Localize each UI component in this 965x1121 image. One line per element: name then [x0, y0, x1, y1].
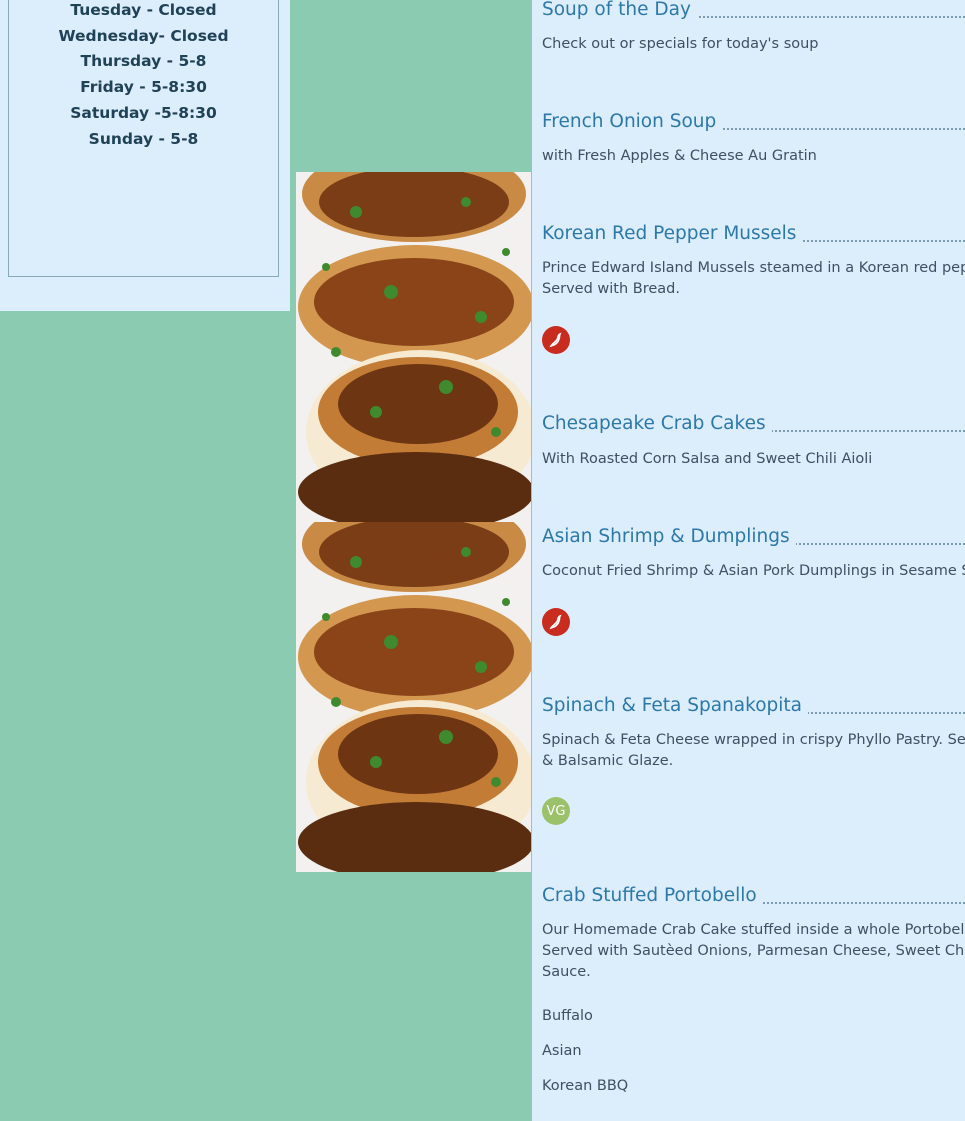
- menu-item-desc: Served with Bread.: [542, 281, 680, 297]
- chili-icon: [542, 608, 570, 636]
- hours-box: Tuesday - Closed Wednesday- Closed Thurs…: [8, 0, 279, 277]
- hours-saturday: Saturday -5-8:30: [70, 103, 217, 122]
- menu-item-title: Chesapeake Crab Cakes: [542, 412, 965, 436]
- menu-item-title: Spinach & Feta Spanakopita: [542, 694, 965, 718]
- hours-wednesday: Wednesday- Closed: [58, 26, 229, 45]
- hours-list: Tuesday - Closed Wednesday- Closed Thurs…: [9, 0, 278, 152]
- hours-thursday: Thursday - 5-8: [80, 52, 207, 71]
- scallops-photo: [296, 172, 531, 522]
- menu-item-desc: Prince Edward Island Mussels steamed in …: [542, 260, 965, 276]
- chili-icon: [542, 326, 570, 354]
- menu-item-title: Asian Shrimp & Dumplings: [542, 525, 965, 549]
- menu-item-title: Korean Red Pepper Mussels: [542, 222, 965, 246]
- hours-friday: Friday - 5-8:30: [80, 78, 207, 97]
- hours-panel: Tuesday - Closed Wednesday- Closed Thurs…: [0, 0, 290, 311]
- hours-tuesday: Tuesday - Closed: [70, 1, 217, 19]
- vegetarian-badge: VG: [542, 797, 570, 825]
- option-asian: Asian: [542, 1043, 582, 1059]
- menu-item-desc: Spinach & Feta Cheese wrapped in crispy …: [542, 732, 965, 748]
- menu-item-desc: Our Homemade Crab Cake stuffed inside a …: [542, 922, 965, 938]
- menu-item-title: Soup of the Day: [542, 0, 965, 22]
- menu-item-desc: Sauce.: [542, 964, 591, 980]
- hours-sunday: Sunday - 5-8: [88, 129, 199, 148]
- menu-item-desc: Check out or specials for today's soup: [542, 36, 819, 52]
- menu-item-title: Crab Stuffed Portobello: [542, 884, 965, 908]
- option-buffalo: Buffalo: [542, 1008, 593, 1024]
- menu-item-title: French Onion Soup: [542, 110, 965, 134]
- menu-item-desc: with Fresh Apples & Cheese Au Gratin: [542, 148, 817, 164]
- menu-item-desc: & Balsamic Glaze.: [542, 753, 674, 769]
- menu-item-desc: Coconut Fried Shrimp & Asian Pork Dumpli…: [542, 563, 965, 579]
- option-korean-bbq: Korean BBQ: [542, 1078, 629, 1094]
- menu-item-desc: Served with Sautèed Onions, Parmesan Che…: [542, 943, 965, 959]
- menu-panel: Soup of the Day Check out or specials fo…: [532, 0, 965, 1121]
- menu-item-desc: With Roasted Corn Salsa and Sweet Chili …: [542, 451, 873, 467]
- scallops-photo-2: [296, 522, 531, 872]
